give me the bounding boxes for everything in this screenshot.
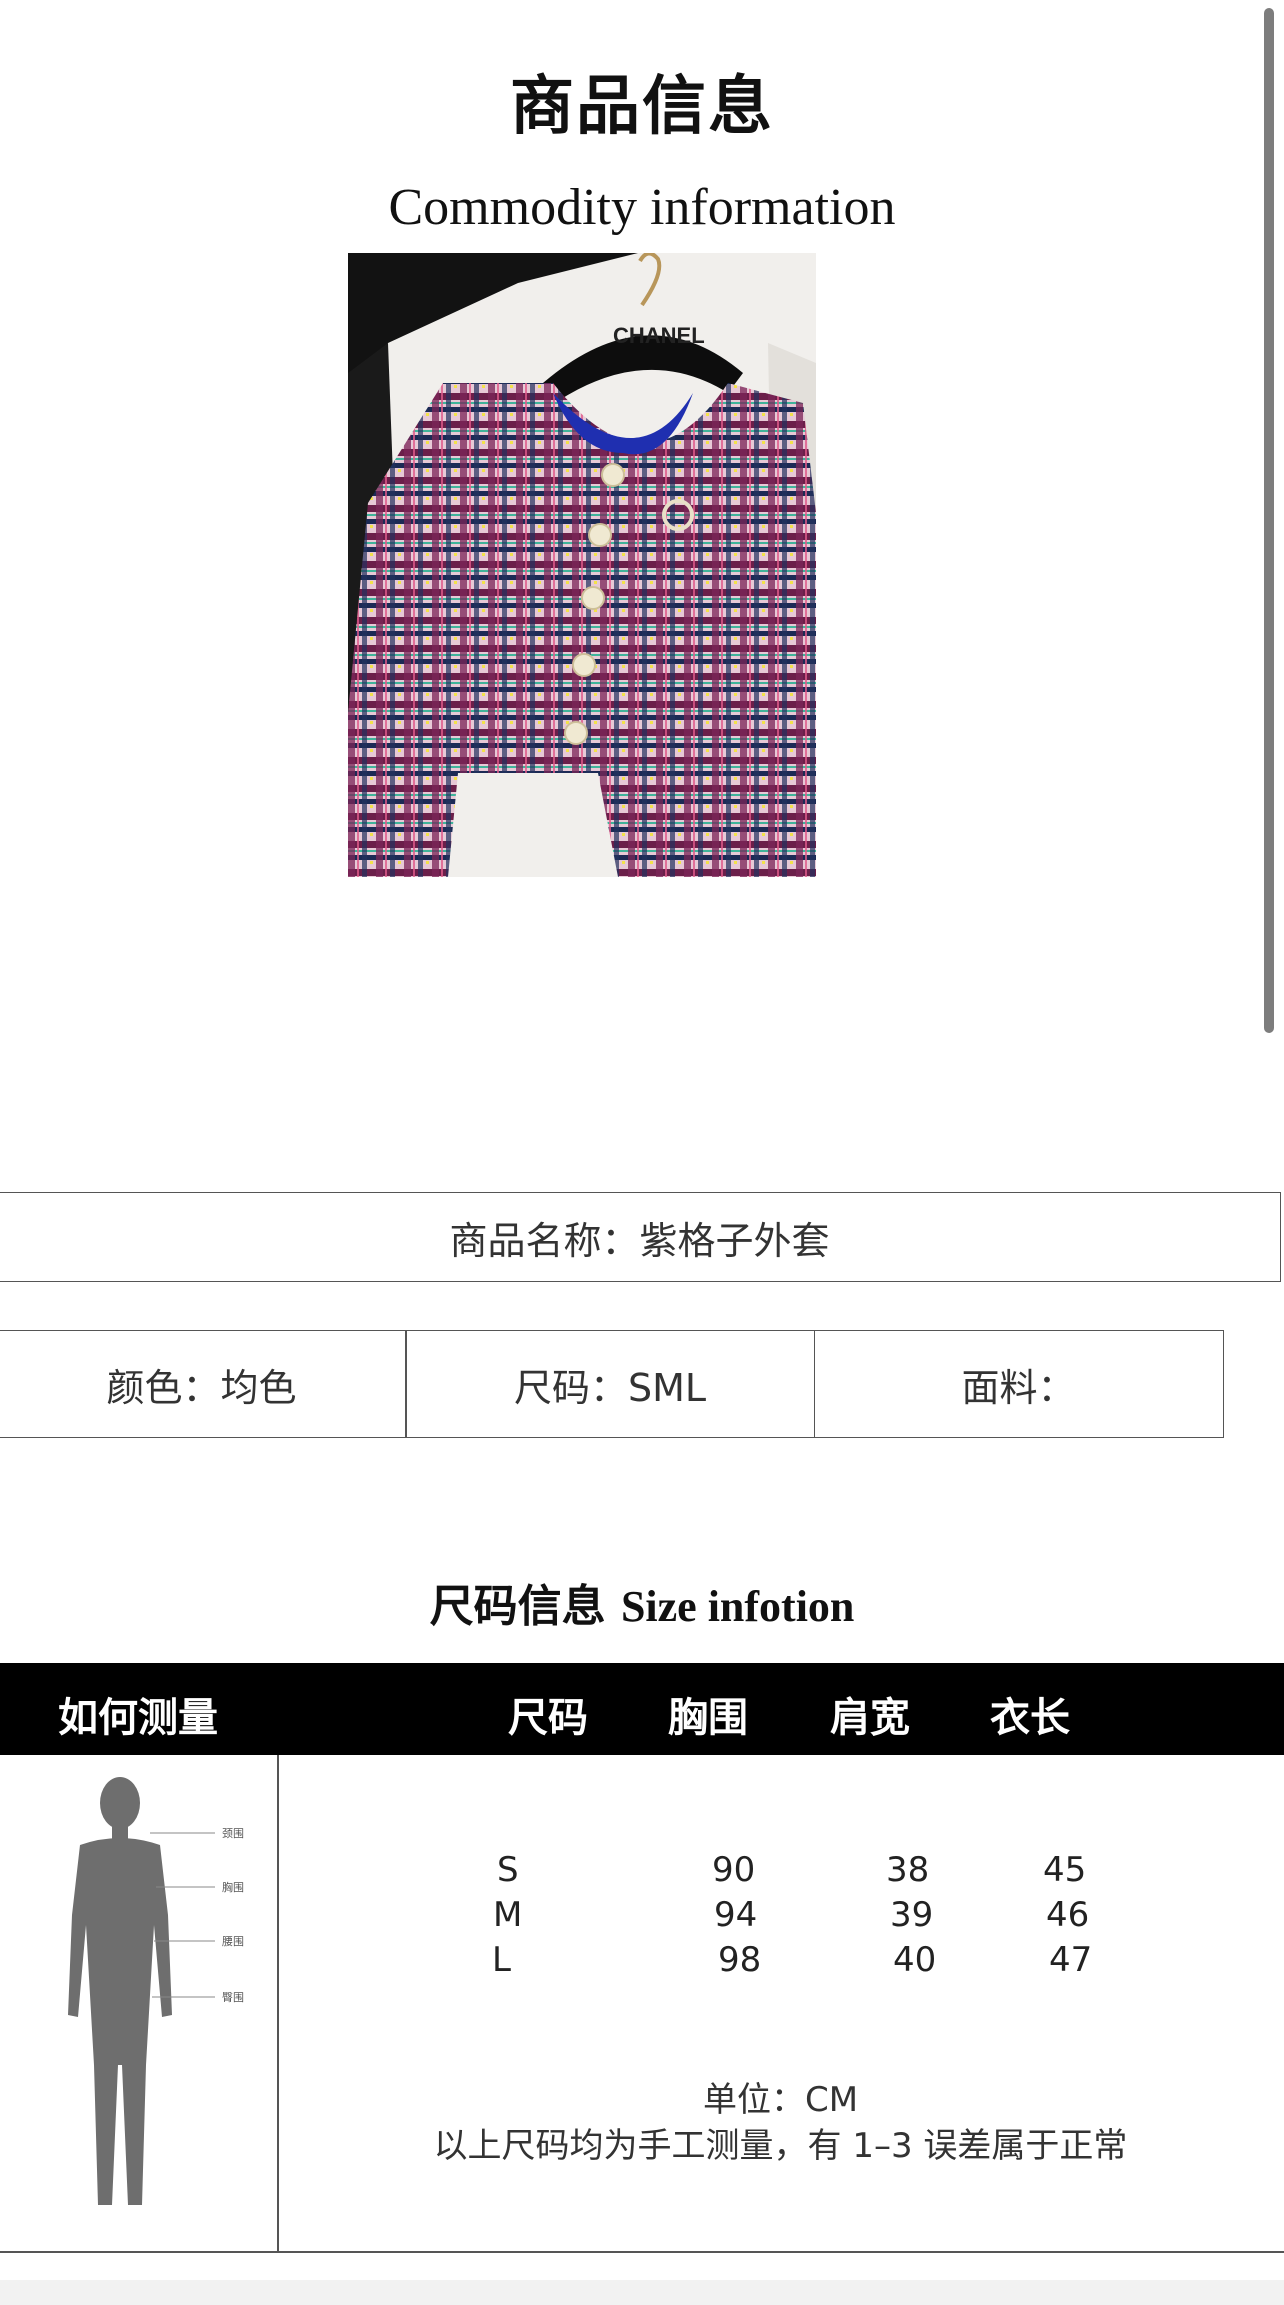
measurement-note: 以上尺码均为手工测量，有 1–3 误差属于正常 [433,2126,1128,2166]
measure-label-neck: 颈围 [222,1827,244,1840]
row-m-shoulder: 39 [890,1895,934,1935]
product-photo: CHANEL [348,253,816,877]
table-divider [277,1755,279,2251]
row-s-shoulder: 38 [886,1850,930,1890]
body-measure-figure: 颈围 胸围 腰围 臀围 [50,1765,260,2225]
measure-label-waist: 腰围 [222,1935,244,1948]
header-chest: 胸围 [668,1695,748,1741]
row-m-length: 46 [1046,1895,1090,1935]
row-l-shoulder: 40 [893,1940,937,1980]
product-name-row: 商品名称： 紫格子外套 [0,1192,1281,1282]
row-s-length: 45 [1043,1850,1087,1890]
product-name-label: 商品名称： [449,1218,640,1263]
table-bottom-border [0,2251,1284,2253]
brand-text: CHANEL [613,323,705,348]
measure-label-hip: 臀围 [222,1991,244,2004]
header-how-to-measure: 如何测量 [58,1695,218,1741]
page-title-en: Commodity information [388,179,896,236]
row-l-length: 47 [1049,1940,1093,1980]
fabric-cell: 面料： [813,1330,1224,1438]
size-info-title-cn: 尺码信息 [429,1581,606,1632]
row-l-chest: 98 [718,1940,762,1980]
row-m-chest: 94 [714,1895,758,1935]
page-title-cn: 商品信息 [510,70,774,144]
size-cell: 尺码：SML [405,1330,815,1438]
row-l-size: L [492,1940,511,1980]
measure-label-chest: 胸围 [222,1881,244,1894]
header-length: 衣长 [990,1695,1070,1741]
size-info-title-en: Size infotion [620,1582,855,1631]
size-info-title: 尺码信息 Size infotion [0,1570,1284,1634]
size-table-header: 如何测量 尺码 胸围 肩宽 衣长 [0,1663,1284,1755]
row-s-size: S [497,1850,519,1890]
product-attributes-row: 颜色：均色 尺码：SML 面料： [0,1330,1224,1438]
product-name-value: 紫格子外套 [639,1218,830,1263]
header-size: 尺码 [508,1695,588,1741]
row-m-size: M [493,1895,523,1935]
row-s-chest: 90 [712,1850,756,1890]
vertical-scrollbar[interactable] [1264,8,1274,1033]
footer-band [0,2280,1284,2305]
color-cell: 颜色：均色 [0,1330,407,1438]
header-shoulder: 肩宽 [830,1695,910,1741]
unit-note: 单位：CM [702,2080,859,2120]
